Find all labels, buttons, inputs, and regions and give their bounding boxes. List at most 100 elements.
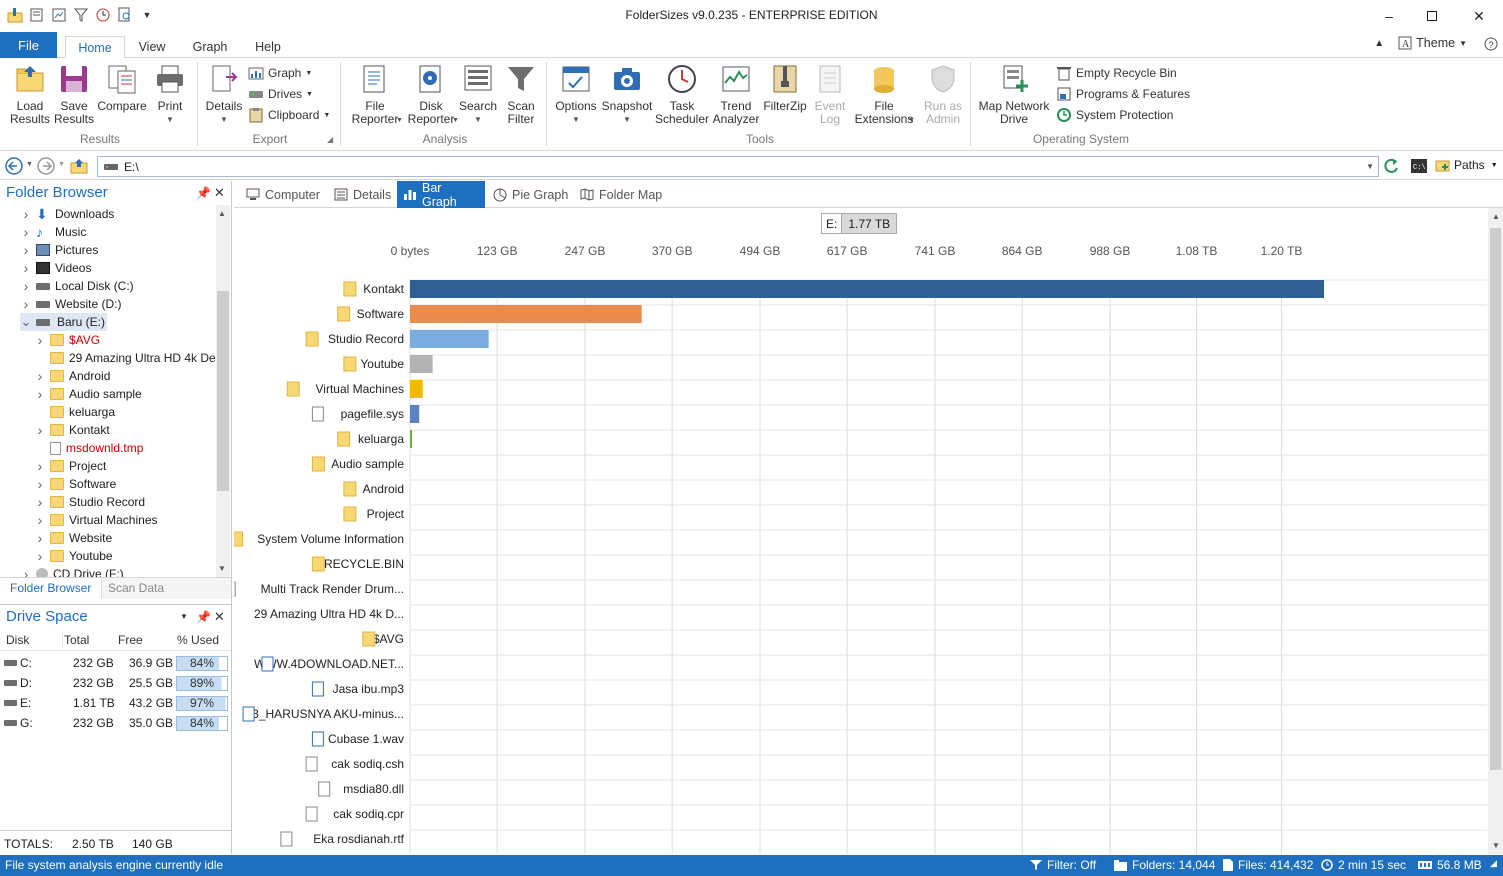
tree-item[interactable]: › ♪ Music [20,223,87,241]
maximize-button[interactable] [1414,4,1450,28]
print-button[interactable]: Print ▼ [150,62,190,126]
search-button[interactable]: Search ▼ [457,62,499,126]
expand-chevron-icon[interactable]: › [34,476,46,492]
tree-item[interactable]: ⌄ Baru (E:) [20,313,108,331]
details-button[interactable]: Details ▼ [204,62,244,126]
path-dropdown-icon[interactable]: ▼ [1366,162,1374,171]
tab-graph[interactable]: Graph [186,36,234,58]
expand-chevron-icon[interactable]: › [34,512,46,528]
tree-scroll-up-icon[interactable]: ▲ [218,209,226,218]
drive-row[interactable]: C: 232 GB 36.9 GB 84% [0,653,231,673]
tree-item[interactable]: › Studio Record [34,493,145,511]
collapse-chevron-icon[interactable]: ⌄ [20,314,32,330]
tab-help[interactable]: Help [248,36,288,58]
tab-computer[interactable]: Computer [240,181,326,208]
drive-row[interactable]: E: 1.81 TB 43.2 GB 97% [0,693,231,713]
tree-item[interactable]: › Pictures [20,241,99,259]
tree-item[interactable]: › Local Disk (C:) [20,277,134,295]
expand-chevron-icon[interactable]: › [20,278,32,294]
minimize-button[interactable]: – [1371,4,1407,28]
tree-item[interactable]: › Youtube [34,547,113,565]
refresh-button[interactable] [1382,157,1400,178]
drives-export-button[interactable]: Drives ▼ [248,85,313,103]
expand-chevron-icon[interactable]: › [20,206,32,222]
pin-icon[interactable]: 📌 [196,186,211,200]
tree-item[interactable]: › Website [34,529,112,547]
snapshot-button[interactable]: Snapshot ▼ [600,62,654,126]
tree-item[interactable]: keluarga [34,403,115,421]
breadcrumb-drive[interactable]: E: [822,214,843,233]
help-icon[interactable]: ? [1484,37,1498,54]
close-pane-icon[interactable]: ✕ [214,609,225,625]
up-folder-button[interactable] [70,157,88,178]
file-extensions-button[interactable]: File Extensions [852,62,916,126]
options-button[interactable]: Options ▼ [552,62,600,126]
chart-scroll-thumb[interactable] [1490,228,1501,770]
chart-scroll-up-icon[interactable]: ▲ [1492,212,1500,221]
graph-breadcrumb[interactable]: E: 1.77 TB [821,213,898,234]
tab-folder-browser[interactable]: Folder Browser [0,578,103,599]
forward-dropdown-icon[interactable]: ▼ [58,161,65,168]
expand-chevron-icon[interactable]: › [20,296,32,312]
tab-folder-map[interactable]: Folder Map [574,181,668,208]
expand-chevron-icon[interactable]: › [20,242,32,258]
tab-bar-graph[interactable]: Bar Graph [397,181,485,209]
path-input[interactable]: E:\ ▼ [97,156,1379,177]
programs-features-button[interactable]: Programs & Features [1056,85,1190,103]
tab-view[interactable]: View [132,36,172,58]
column-disk[interactable]: Disk [6,633,29,647]
tree-item[interactable]: › Website (D:) [20,295,122,313]
tree-item[interactable]: › Kontakt [34,421,110,439]
system-protection-button[interactable]: System Protection [1056,106,1173,124]
tab-pie-graph[interactable]: Pie Graph [487,181,574,208]
load-results-button[interactable]: Load Results [10,62,50,126]
resize-grip-icon[interactable]: ◢ [1490,858,1497,869]
column-free[interactable]: Free [118,633,143,647]
tree-item[interactable]: › $AVG [34,331,100,349]
back-dropdown-icon[interactable]: ▼ [26,161,33,168]
expand-chevron-icon[interactable]: › [34,422,46,438]
tree-item[interactable]: msdownld.tmp [34,439,143,457]
back-button[interactable] [5,157,23,178]
chart-scroll-down-icon[interactable]: ▼ [1492,841,1500,850]
event-log-button[interactable]: Event Log [810,62,850,126]
expand-chevron-icon[interactable]: › [34,548,46,564]
close-button[interactable]: ✕ [1461,4,1497,28]
console-button[interactable]: C:\ [1410,158,1428,177]
forward-button[interactable] [37,157,55,178]
expand-chevron-icon[interactable]: › [20,566,32,577]
collapse-ribbon-icon[interactable]: ▲ [1374,38,1384,49]
graph-export-button[interactable]: Graph ▼ [248,64,312,82]
pin-icon[interactable]: 📌 [196,610,211,624]
expand-chevron-icon[interactable]: › [34,458,46,474]
tree-scroll-thumb[interactable] [217,291,229,491]
expand-chevron-icon[interactable]: › [34,494,46,510]
tree-scroll-down-icon[interactable]: ▼ [218,564,226,573]
column-total[interactable]: Total [62,633,89,647]
expand-chevron-icon[interactable]: › [20,224,32,240]
filterzip-button[interactable]: FilterZip [760,62,810,113]
tree-item[interactable]: › Software [34,475,117,493]
scan-filter-button[interactable]: Scan Filter [502,62,540,126]
tree-item[interactable]: › Audio sample [34,385,142,403]
tree-item[interactable]: › Videos [20,259,92,277]
drive-row[interactable]: D: 232 GB 25.5 GB 89% [0,673,231,693]
column-used[interactable]: % Used [177,633,219,647]
tree-item[interactable]: › ⬇ Downloads [20,205,115,223]
expand-chevron-icon[interactable]: › [34,530,46,546]
tree-item[interactable]: › CD Drive (F:) [20,565,124,577]
tab-details[interactable]: Details [328,181,397,208]
tree-item[interactable]: › Project [34,457,107,475]
expand-chevron-icon[interactable]: › [20,260,32,276]
drive-space-menu-icon[interactable]: ▼ [180,612,188,621]
tab-home[interactable]: Home [65,36,125,59]
close-pane-icon[interactable]: ✕ [214,185,225,201]
status-filter[interactable]: Filter: Off [1030,858,1096,872]
tree-item[interactable]: › Android [34,367,111,385]
compare-button[interactable]: Compare [96,62,148,113]
export-launcher-icon[interactable]: ◢ [327,135,333,144]
file-tab[interactable]: File [0,32,57,58]
expand-chevron-icon[interactable]: › [34,368,46,384]
tree-item[interactable]: › Virtual Machines [34,511,158,529]
theme-menu[interactable]: ▲ A Theme ▼ [1374,36,1467,50]
